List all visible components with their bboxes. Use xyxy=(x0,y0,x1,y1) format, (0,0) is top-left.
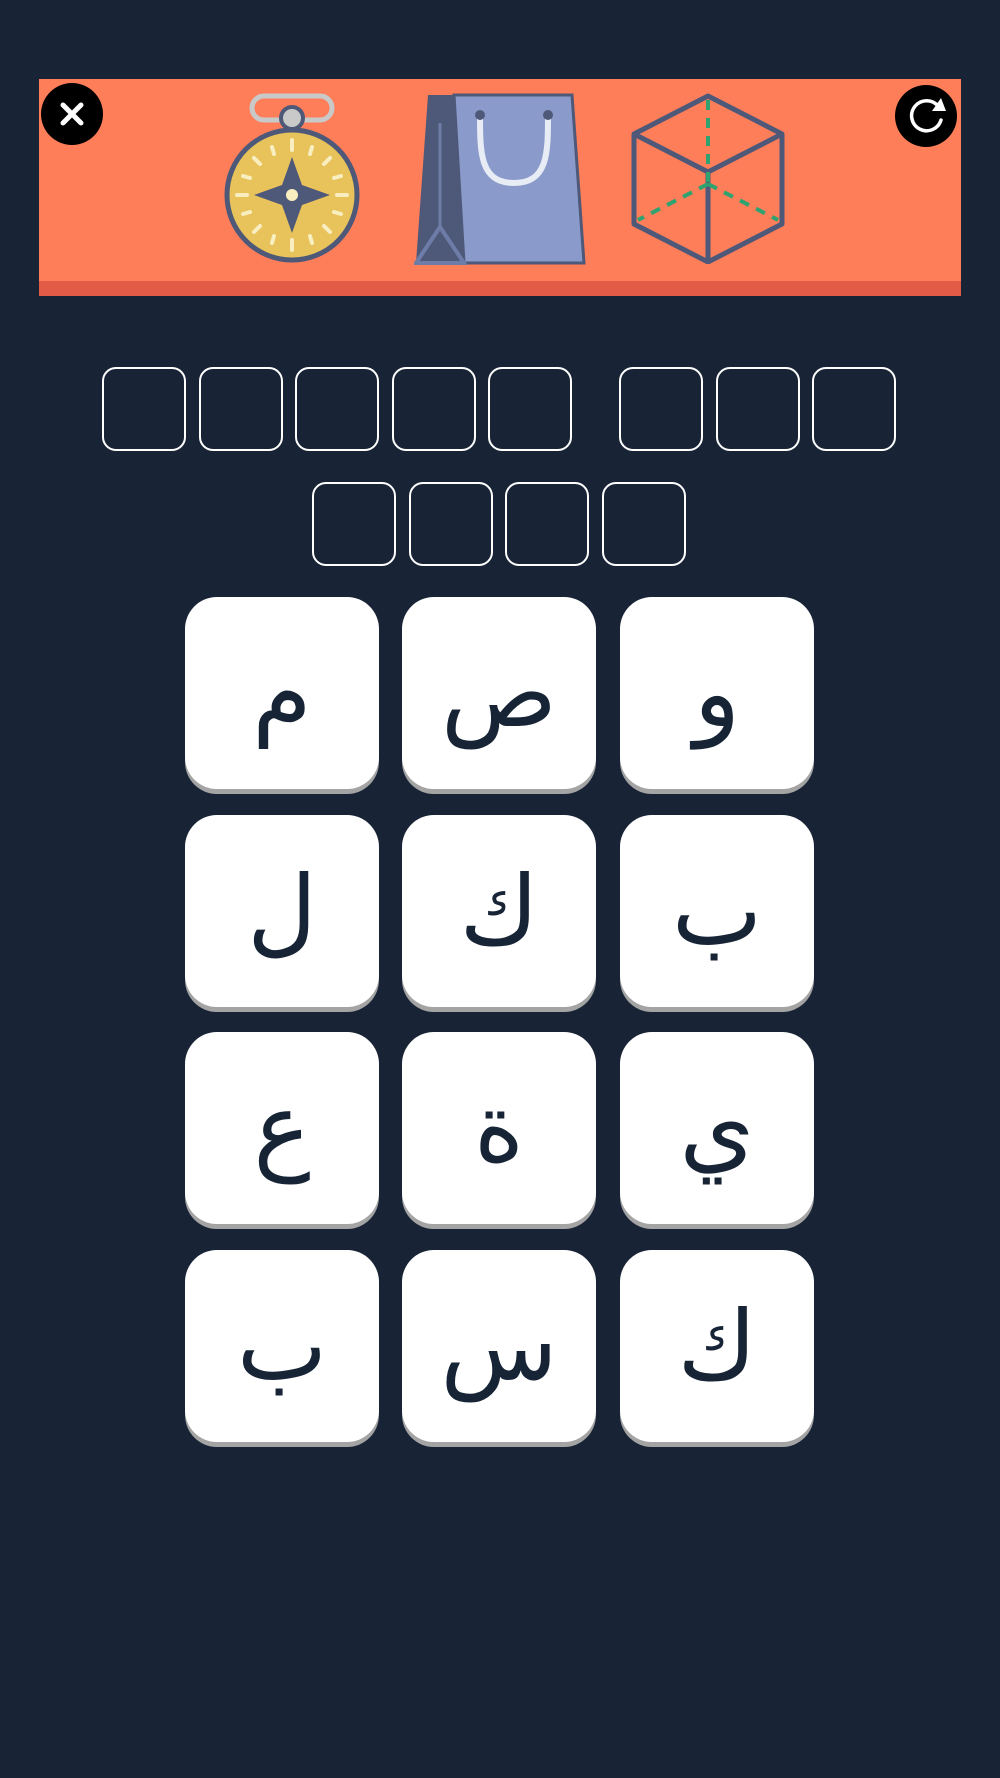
tile-letter: س xyxy=(440,1290,558,1402)
tile-letter: ب xyxy=(236,1290,328,1402)
tile-letter: ك xyxy=(677,1290,757,1402)
tile-letter: م xyxy=(252,637,312,749)
letter-tile[interactable]: ك xyxy=(402,815,596,1007)
tile-letter: ة xyxy=(473,1072,525,1184)
close-button[interactable] xyxy=(41,83,103,145)
answer-slot[interactable] xyxy=(102,367,186,451)
letter-tile[interactable]: ص xyxy=(402,597,596,789)
letter-tile[interactable]: ل xyxy=(185,815,379,1007)
letter-tile[interactable]: ب xyxy=(620,815,814,1007)
answer-slot[interactable] xyxy=(505,482,589,566)
tile-letter: ب xyxy=(671,855,763,967)
letter-tile[interactable]: ة xyxy=(402,1032,596,1224)
letter-tile[interactable]: س xyxy=(402,1250,596,1442)
cube-icon xyxy=(630,92,786,265)
answer-slot[interactable] xyxy=(409,482,493,566)
answer-slot[interactable] xyxy=(295,367,379,451)
tile-letter: ل xyxy=(247,855,317,967)
tile-letter: ك xyxy=(459,855,539,967)
answer-slot[interactable] xyxy=(392,367,476,451)
letter-tile[interactable]: م xyxy=(185,597,379,789)
answer-slot[interactable] xyxy=(488,367,572,451)
letter-tile[interactable]: ي xyxy=(620,1032,814,1224)
letter-tile[interactable]: ب xyxy=(185,1250,379,1442)
tile-letter: ع xyxy=(253,1072,311,1184)
letter-tile[interactable]: و xyxy=(620,597,814,789)
letter-tile[interactable]: ع xyxy=(185,1032,379,1224)
banner-stripe xyxy=(39,281,961,296)
close-icon xyxy=(60,102,84,126)
answer-slot[interactable] xyxy=(199,367,283,451)
refresh-icon xyxy=(909,98,946,133)
answer-slot[interactable] xyxy=(619,367,703,451)
tile-letter: ي xyxy=(679,1072,755,1184)
answer-slot[interactable] xyxy=(716,367,800,451)
tile-letter: ص xyxy=(440,637,558,749)
tile-letter: و xyxy=(693,637,741,749)
letter-tile[interactable]: ك xyxy=(620,1250,814,1442)
answer-slot[interactable] xyxy=(602,482,686,566)
answer-slot[interactable] xyxy=(812,367,896,451)
compass-icon xyxy=(222,92,362,264)
shopping-bag-icon xyxy=(412,93,586,265)
reset-button[interactable] xyxy=(895,85,957,147)
answer-slot[interactable] xyxy=(312,482,396,566)
